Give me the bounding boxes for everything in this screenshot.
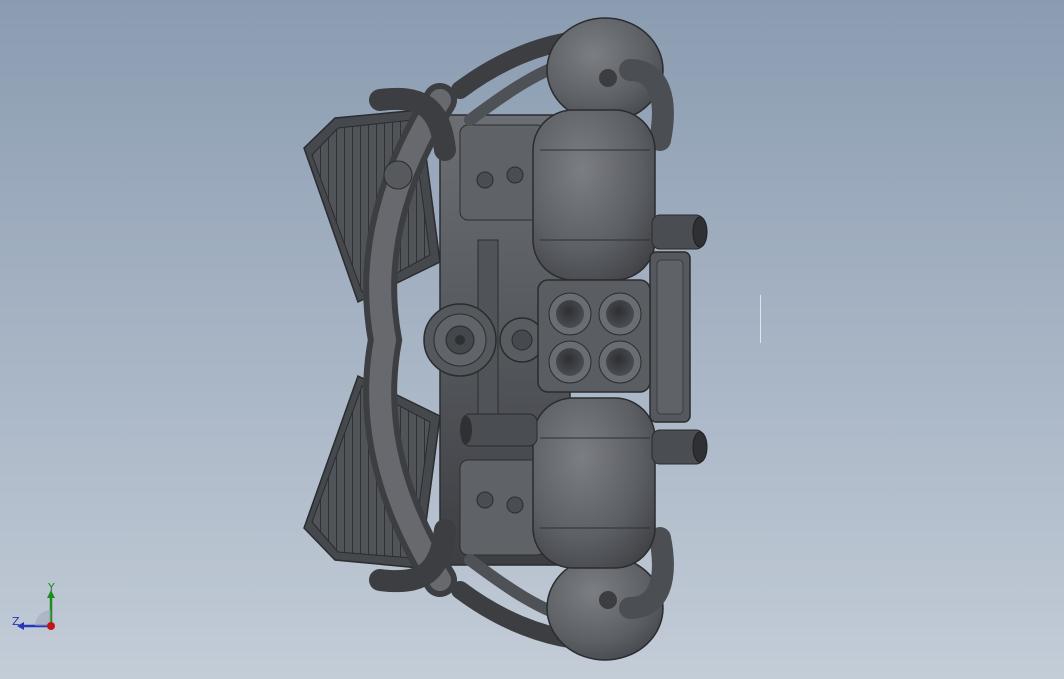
tailpipe-upper-right[interactable] <box>651 214 708 250</box>
muffler-upper[interactable] <box>532 109 656 281</box>
graphics-viewport[interactable]: Y Z <box>0 0 1064 679</box>
tailpipe-lower-left[interactable] <box>460 413 538 447</box>
text-cursor-mark <box>760 295 761 343</box>
muffler-lower[interactable] <box>532 397 656 569</box>
z-axis-label: Z <box>12 615 20 628</box>
x-axis-dot <box>47 622 55 630</box>
crank-pulley[interactable] <box>423 303 497 377</box>
engine-model[interactable] <box>0 0 1064 679</box>
reference-triad: Y Z <box>8 580 68 636</box>
filler-cap-upper <box>383 160 413 190</box>
throttle-bodies[interactable] <box>537 279 651 393</box>
y-axis-label: Y <box>48 581 55 594</box>
ecu-box[interactable] <box>649 251 691 423</box>
tailpipe-lower-right[interactable] <box>651 429 708 465</box>
